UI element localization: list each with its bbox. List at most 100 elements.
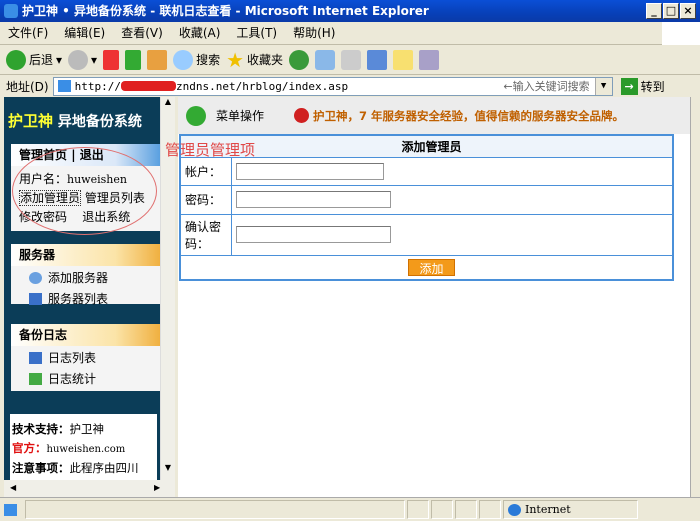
address-bar: 地址(D) http:// zndns.net/hrblog/index.asp … [0, 75, 700, 97]
search-hint: ←输入关键词搜索 [503, 80, 590, 93]
go-label: 转到 [640, 79, 665, 94]
add-server-label: 添加服务器 [48, 271, 109, 285]
url-suffix: zndns.net/hrblog/index.asp [175, 79, 349, 93]
back-button[interactable]: 后退 ▾ [6, 49, 62, 70]
server-list-label: 服务器列表 [48, 292, 109, 306]
menu-help[interactable]: 帮助(H) [285, 22, 343, 45]
forward-arrow-icon [68, 49, 89, 70]
address-label: 地址(D) [6, 79, 49, 94]
status-cell [431, 500, 453, 519]
toolbar: 后退 ▾ ▾ 搜索 ★ 收藏夹 [0, 45, 700, 75]
maximize-button[interactable]: □ [663, 3, 679, 19]
close-button[interactable]: × [680, 3, 696, 19]
menu-tools[interactable]: 工具(T) [228, 22, 285, 45]
menu-favorites[interactable]: 收藏(A) [171, 22, 229, 45]
server-header: 服务器 [11, 244, 160, 266]
annotation-circle [12, 147, 157, 235]
forward-button[interactable]: ▾ [68, 49, 97, 70]
status-text [25, 500, 405, 519]
brand: 护卫神 异地备份系统 [4, 97, 160, 144]
refresh-icon[interactable] [125, 49, 142, 70]
log-stats-label: 日志统计 [48, 372, 97, 386]
sidebar-horizontal-scrollbar[interactable]: ◀ ▶ [4, 480, 175, 497]
log-stats-icon [29, 372, 42, 385]
edit-icon[interactable] [367, 49, 388, 70]
window-border [690, 97, 700, 497]
page-icon [57, 80, 71, 92]
zone-label: Internet [525, 503, 571, 516]
support-value: 护卫神 [69, 422, 105, 436]
mail-icon[interactable] [315, 49, 336, 70]
annotation-text: 管理员管理项 [165, 141, 256, 159]
log-header: 备份日志 [11, 324, 160, 346]
title-bar: 护卫神 • 异地备份系统 - 联机日志查看 - Microsoft Intern… [0, 0, 700, 22]
notice-label: 注意事项： [12, 461, 70, 475]
home-icon[interactable] [147, 49, 168, 70]
brand-subtitle: 异地备份系统 [57, 114, 142, 130]
main-header: 菜单操作 护卫神，7 年服务器安全经验，值得信赖的服务器安全品牌。 [178, 97, 690, 134]
page-status-icon [4, 503, 17, 516]
info-panel: 技术支持：护卫神 官方：huweishen.com 注意事项：此程序由四川 [10, 414, 157, 480]
menu-view[interactable]: 查看(V) [113, 22, 171, 45]
stop-icon[interactable] [103, 49, 120, 70]
windows-logo-icon [662, 22, 700, 45]
search-button[interactable]: 搜索 [173, 49, 221, 70]
history-icon[interactable] [289, 49, 310, 70]
back-arrow-icon [6, 49, 26, 70]
address-input[interactable]: http:// zndns.net/hrblog/index.asp ←输入关键词… [52, 76, 613, 96]
url-prefix: http:// [74, 79, 121, 93]
official-label: 官方： [12, 441, 47, 455]
menu-edit[interactable]: 编辑(E) [56, 22, 113, 45]
log-panel: 备份日志 日志列表 日志统计 [11, 324, 160, 391]
status-cell [407, 500, 429, 519]
slogan: 护卫神，7 年服务器安全经验，值得信赖的服务器安全品牌。 [294, 108, 624, 124]
ie-icon [4, 4, 18, 18]
log-list-label: 日志列表 [48, 351, 97, 365]
menu-bar: 文件(F) 编辑(E) 查看(V) 收藏(A) 工具(T) 帮助(H) [0, 22, 700, 45]
account-input[interactable] [235, 162, 384, 180]
log-list-icon [29, 351, 42, 364]
add-server-icon [29, 271, 42, 284]
security-zone: Internet [503, 500, 638, 519]
official-site[interactable]: huweishen.com [47, 444, 126, 455]
brand-name: 护卫神 [8, 112, 54, 130]
confirm-password-input[interactable] [235, 226, 391, 243]
status-cell [479, 500, 501, 519]
print-icon[interactable] [341, 49, 362, 70]
server-list-icon [29, 292, 42, 305]
password-label: 密码： [179, 184, 232, 215]
confirm-password-label: 确认密码： [179, 213, 232, 256]
go-button[interactable]: → 转到 [620, 77, 665, 95]
slogan-text: 护卫神，7 年服务器安全经验，值得信赖的服务器安全品牌。 [313, 108, 625, 123]
search-label: 搜索 [196, 53, 221, 67]
popup-blocked-icon [455, 500, 477, 519]
search-icon [173, 49, 194, 70]
minimize-button[interactable]: _ [646, 3, 662, 19]
menu-operation-label: 菜单操作 [216, 109, 265, 123]
add-server-link[interactable]: 添加服务器 [11, 266, 160, 287]
address-dropdown[interactable]: ▼ [594, 77, 612, 95]
back-circle-icon[interactable] [186, 105, 206, 126]
star-icon: ★ [226, 47, 245, 72]
go-arrow-icon: → [620, 77, 638, 95]
log-stats-link[interactable]: 日志统计 [11, 367, 160, 388]
server-panel: 服务器 添加服务器 服务器列表 [11, 244, 160, 306]
notes-icon[interactable] [393, 49, 414, 70]
log-list-link[interactable]: 日志列表 [11, 346, 160, 367]
globe-icon [508, 503, 521, 516]
menu-file[interactable]: 文件(F) [0, 22, 56, 45]
support-label: 技术支持： [12, 422, 70, 436]
research-icon[interactable] [419, 49, 440, 70]
back-label: 后退 [29, 53, 54, 67]
window-title: 护卫神 • 异地备份系统 - 联机日志查看 - Microsoft Intern… [22, 4, 429, 18]
password-input[interactable] [235, 191, 391, 208]
status-bar: Internet [0, 497, 700, 521]
redacted-mark [120, 81, 176, 91]
shield-logo-icon [294, 108, 310, 123]
favorites-button[interactable]: ★ 收藏夹 [226, 48, 283, 72]
add-button[interactable]: 添加 [408, 258, 455, 276]
account-label: 帐户： [179, 156, 232, 186]
notice-text: 此程序由四川 [69, 461, 139, 475]
server-list-link[interactable]: 服务器列表 [11, 287, 160, 308]
favorites-label: 收藏夹 [247, 53, 284, 67]
